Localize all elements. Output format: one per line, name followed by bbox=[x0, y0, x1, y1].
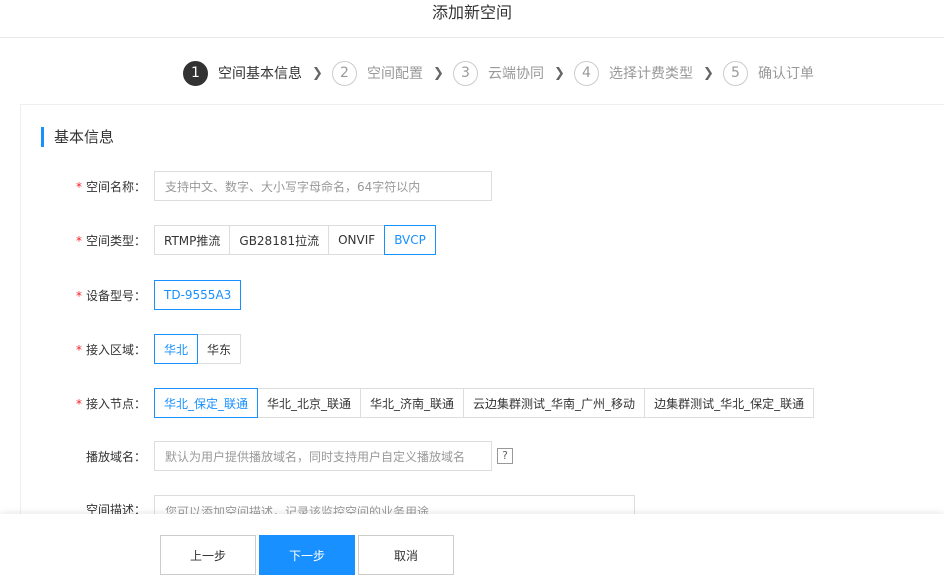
chevron-right-icon: ❯ bbox=[312, 65, 323, 81]
description-textarea[interactable]: 您可以添加空间描述，记录该监控空间的业务用途 bbox=[154, 495, 635, 514]
space-type-label: * 空间类型： bbox=[75, 233, 146, 248]
step-4-label: 选择计费类型 bbox=[609, 66, 693, 82]
node-option-4[interactable]: 云边集群测试_华南_广州_移动 bbox=[463, 388, 646, 418]
prev-button[interactable]: 上一步 bbox=[160, 535, 256, 575]
step-3-label: 云端协同 bbox=[488, 66, 544, 82]
space-type-options: RTMP推流 GB28181拉流 ONVIF BVCP bbox=[154, 225, 436, 255]
space-type-row: * 空间类型： RTMP推流 GB28181拉流 ONVIF BVCP bbox=[21, 225, 436, 255]
required-mark: * bbox=[75, 233, 82, 248]
node-label: * 接入节点： bbox=[75, 396, 146, 411]
space-name-input[interactable]: 支持中文、数字、大小写字母命名，64字符以内 bbox=[154, 171, 492, 201]
node-option-5[interactable]: 边集群测试_华北_保定_联通 bbox=[644, 388, 815, 418]
step-4-number: 4 bbox=[574, 60, 599, 86]
step-2: 2 空间配置 bbox=[332, 60, 423, 86]
device-model-option[interactable]: TD-9555A3 bbox=[154, 280, 242, 310]
next-button[interactable]: 下一步 bbox=[259, 535, 355, 575]
space-type-option-bvcp[interactable]: BVCP bbox=[384, 225, 436, 255]
steps-bar: 1 空间基本信息 ❯ 2 空间配置 ❯ 3 云端协同 ❯ 4 选择计费类型 ❯ … bbox=[183, 60, 814, 86]
space-type-option-gb28181[interactable]: GB28181拉流 bbox=[229, 225, 330, 255]
region-option-east[interactable]: 华东 bbox=[197, 334, 242, 364]
chevron-right-icon: ❯ bbox=[703, 65, 714, 81]
device-model-row: * 设备型号： TD-9555A3 bbox=[21, 280, 242, 310]
step-5-label: 确认订单 bbox=[758, 66, 814, 82]
step-5-number: 5 bbox=[723, 60, 748, 86]
help-icon[interactable]: ? bbox=[497, 448, 513, 464]
node-option-2[interactable]: 华北_北京_联通 bbox=[257, 388, 362, 418]
step-4: 4 选择计费类型 bbox=[574, 60, 693, 86]
required-mark: * bbox=[75, 396, 82, 411]
step-5: 5 确认订单 bbox=[723, 60, 814, 86]
node-row: * 接入节点： 华北_保定_联通 华北_北京_联通 华北_济南_联通 云边集群测试… bbox=[21, 388, 815, 418]
step-2-number: 2 bbox=[332, 60, 357, 86]
step-3: 3 云端协同 bbox=[453, 60, 544, 86]
space-name-row: * 空间名称： 支持中文、数字、大小写字母命名，64字符以内 bbox=[21, 171, 492, 201]
description-row: 空间描述： 您可以添加空间描述，记录该监控空间的业务用途 bbox=[21, 495, 635, 514]
step-1-label: 空间基本信息 bbox=[218, 66, 302, 82]
step-1-number: 1 bbox=[183, 60, 208, 86]
device-model-label: * 设备型号： bbox=[75, 288, 146, 303]
space-name-label: * 空间名称： bbox=[75, 179, 146, 194]
node-option-1[interactable]: 华北_保定_联通 bbox=[154, 388, 259, 418]
node-options: 华北_保定_联通 华北_北京_联通 华北_济南_联通 云边集群测试_华南_广州_… bbox=[154, 388, 815, 418]
region-label: * 接入区域： bbox=[75, 342, 146, 357]
device-model-options: TD-9555A3 bbox=[154, 280, 242, 310]
region-row: * 接入区域： 华北 华东 bbox=[21, 334, 242, 364]
required-mark: * bbox=[75, 179, 82, 194]
space-type-option-onvif[interactable]: ONVIF bbox=[328, 225, 386, 255]
space-type-option-rtmp[interactable]: RTMP推流 bbox=[154, 225, 231, 255]
play-domain-label: 播放域名： bbox=[85, 449, 146, 464]
chevron-right-icon: ❯ bbox=[433, 65, 444, 81]
chevron-right-icon: ❯ bbox=[554, 65, 565, 81]
region-option-north[interactable]: 华北 bbox=[154, 334, 199, 364]
step-3-number: 3 bbox=[453, 60, 478, 86]
required-mark: * bbox=[75, 288, 82, 303]
play-domain-row: 播放域名： 默认为用户提供播放域名，同时支持用户自定义播放域名 ? bbox=[21, 441, 513, 471]
play-domain-input[interactable]: 默认为用户提供播放域名，同时支持用户自定义播放域名 bbox=[154, 441, 492, 471]
node-option-3[interactable]: 华北_济南_联通 bbox=[360, 388, 465, 418]
cancel-button[interactable]: 取消 bbox=[358, 535, 454, 575]
step-2-label: 空间配置 bbox=[367, 66, 423, 82]
section-title: 基本信息 bbox=[41, 127, 114, 147]
form-panel: 基本信息 * 空间名称： 支持中文、数字、大小写字母命名，64字符以内 * 空间类型… bbox=[20, 104, 944, 514]
page-title: 添加新空间 bbox=[0, 0, 944, 38]
step-1: 1 空间基本信息 bbox=[183, 60, 302, 86]
required-mark: * bbox=[75, 342, 82, 357]
footer-bar: 上一步 下一步 取消 bbox=[0, 514, 944, 580]
description-label: 空间描述： bbox=[85, 503, 146, 514]
region-options: 华北 华东 bbox=[154, 334, 242, 364]
